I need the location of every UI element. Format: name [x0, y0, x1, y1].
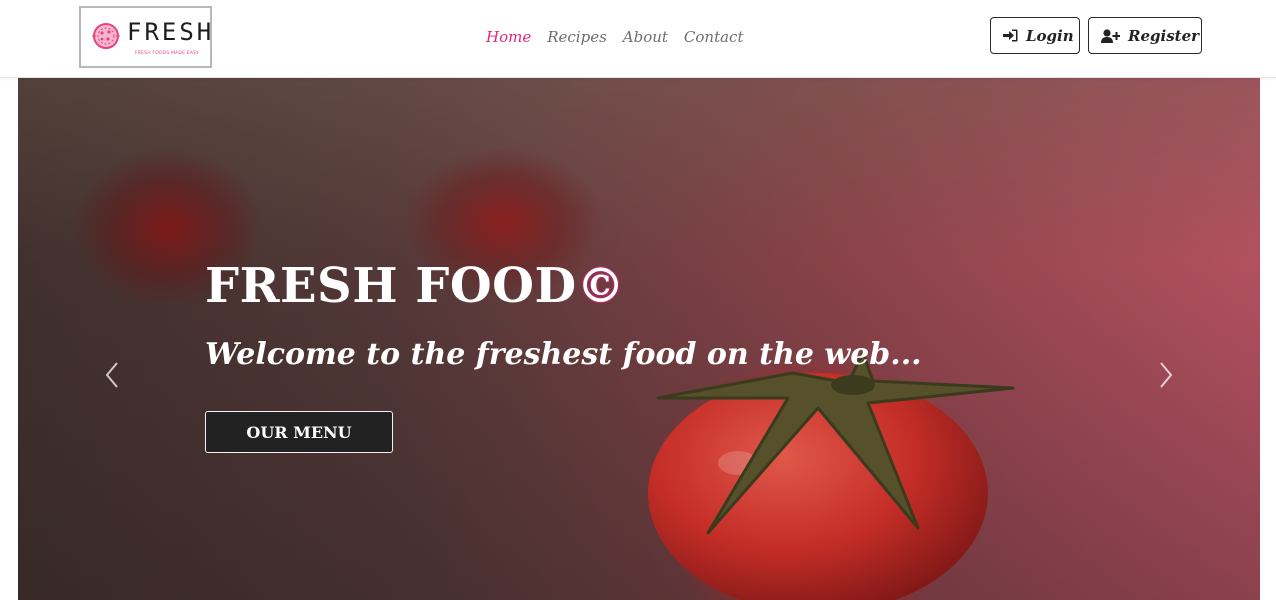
- our-menu-button[interactable]: OUR MENU: [205, 411, 393, 453]
- register-button[interactable]: Register: [1088, 17, 1202, 54]
- nav-link-home[interactable]: Home: [486, 26, 531, 48]
- nav-link-contact[interactable]: Contact: [684, 26, 744, 48]
- sign-in-icon: [1003, 29, 1018, 42]
- tomato-image: [648, 351, 1015, 600]
- hero-title: FRESH FOOD©: [205, 258, 625, 314]
- user-plus-icon: [1101, 28, 1120, 43]
- hero-subtitle: Welcome to the freshest food on the web.…: [205, 337, 922, 372]
- chevron-right-icon[interactable]: [1156, 360, 1176, 390]
- nav-link-about[interactable]: About: [623, 26, 668, 48]
- register-label: Register: [1128, 26, 1200, 45]
- pizza-logo-icon: [92, 23, 120, 49]
- login-label: Login: [1026, 26, 1074, 45]
- brand-tagline: FRESH FOODS MADE EASY: [135, 51, 200, 56]
- main-nav: Home Recipes About Contact: [486, 26, 760, 48]
- copyright-mark: ©: [576, 258, 626, 314]
- nav-link-recipes[interactable]: Recipes: [547, 26, 607, 48]
- hero-title-text: FRESH FOOD: [205, 258, 577, 314]
- brand-logo[interactable]: FRESH FRESH FOODS MADE EASY: [79, 6, 212, 68]
- login-button[interactable]: Login: [990, 17, 1080, 54]
- navbar: FRESH FRESH FOODS MADE EASY Home Recipes…: [0, 0, 1276, 78]
- chevron-left-icon[interactable]: [102, 360, 122, 390]
- brand-name: FRESH: [127, 18, 215, 46]
- hero-carousel: FRESH FOOD© Welcome to the freshest food…: [18, 78, 1260, 600]
